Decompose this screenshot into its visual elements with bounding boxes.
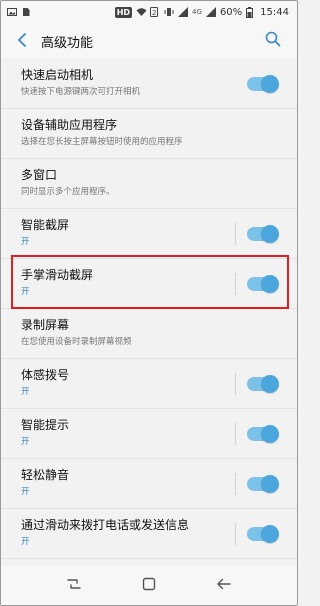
- toggle-knob: [261, 275, 279, 293]
- toggle-knob: [261, 425, 279, 443]
- settings-list: 快速启动相机 快速按下电源键两次可打开相机 设备辅助应用程序 选择在您长按主屏幕…: [1, 59, 297, 559]
- vertical-divider: [235, 423, 236, 445]
- phone-screen: HD 2 4G 60% 15:44 高级功能 快速启动相机 快速按下电源键两次可…: [0, 0, 298, 606]
- chevron-left-icon: [17, 32, 27, 51]
- navigation-bar: [1, 565, 297, 605]
- hd-badge: HD: [114, 6, 133, 18]
- item-title: 设备辅助应用程序: [21, 118, 118, 132]
- list-item-swipe-to-call[interactable]: 通过滑动来拨打电话或发送信息 开: [1, 509, 297, 559]
- toggle-knob: [261, 375, 279, 393]
- toggle-switch[interactable]: [247, 375, 279, 393]
- back-arrow-icon: [216, 576, 232, 595]
- vertical-divider: [235, 473, 236, 495]
- item-title: 多窗口: [21, 168, 58, 182]
- status-bar: HD 2 4G 60% 15:44: [1, 1, 297, 23]
- list-item-screen-recording[interactable]: 录制屏幕 在您使用设备时录制屏幕视频: [1, 309, 297, 359]
- home-button[interactable]: [137, 573, 161, 597]
- item-title: 录制屏幕: [21, 318, 70, 332]
- toggle-switch[interactable]: [247, 75, 279, 93]
- list-item-device-assist-app[interactable]: 设备辅助应用程序 选择在您长按主屏幕按钮时使用的应用程序: [1, 109, 297, 159]
- search-button[interactable]: [263, 31, 283, 51]
- list-item-easy-mute[interactable]: 轻松静音 开: [1, 459, 297, 509]
- vertical-divider: [235, 523, 236, 545]
- toggle-switch[interactable]: [247, 225, 279, 243]
- vertical-divider: [235, 373, 236, 395]
- wifi-icon: [136, 7, 147, 17]
- item-subtitle: 在您使用设备时录制屏幕视频: [21, 337, 132, 347]
- vertical-divider: [235, 273, 236, 295]
- back-button[interactable]: [9, 23, 35, 59]
- list-item-direct-call[interactable]: 体感拨号 开: [1, 359, 297, 409]
- status-right: HD 2 4G 60% 15:44: [114, 6, 289, 18]
- list-item-palm-swipe-capture[interactable]: 手掌滑动截屏 开: [1, 259, 297, 309]
- toggle-switch[interactable]: [247, 425, 279, 443]
- signal-2-icon: [205, 7, 216, 17]
- signal-1-icon: [178, 7, 189, 17]
- sim-icon: [21, 7, 31, 17]
- list-item-quick-launch-camera[interactable]: 快速启动相机 快速按下电源键两次可打开相机: [1, 59, 297, 109]
- item-subtitle: 同时显示多个应用程序。: [21, 187, 115, 197]
- item-subtitle: 选择在您长按主屏幕按钮时使用的应用程序: [21, 137, 183, 147]
- sim-slot-icon: 2: [150, 7, 160, 17]
- list-item-multi-window[interactable]: 多窗口 同时显示多个应用程序。: [1, 159, 297, 209]
- page-title: 高级功能: [41, 35, 94, 51]
- toggle-knob: [261, 75, 279, 93]
- back-nav-button[interactable]: [212, 573, 236, 597]
- svg-text:2: 2: [152, 9, 156, 17]
- toggle-switch[interactable]: [247, 525, 279, 543]
- image-notification-icon: [7, 7, 17, 17]
- home-icon: [142, 576, 156, 595]
- network-type: 4G: [192, 8, 202, 16]
- list-item-smart-alert[interactable]: 智能提示 开: [1, 409, 297, 459]
- toggle-knob: [261, 475, 279, 493]
- status-left: [7, 7, 31, 17]
- recent-apps-icon: [66, 576, 82, 595]
- app-header: 高级功能: [1, 23, 297, 59]
- battery-percent: 60%: [219, 6, 243, 18]
- toggle-knob: [261, 225, 279, 243]
- battery-icon: [246, 7, 256, 18]
- search-icon: [265, 31, 281, 51]
- vibrate-icon: [164, 7, 174, 17]
- recent-apps-button[interactable]: [62, 573, 86, 597]
- toggle-switch[interactable]: [247, 475, 279, 493]
- list-item-smart-capture[interactable]: 智能截屏 开: [1, 209, 297, 259]
- toggle-switch[interactable]: [247, 275, 279, 293]
- clock: 15:44: [260, 6, 289, 18]
- toggle-knob: [261, 525, 279, 543]
- vertical-divider: [235, 223, 236, 245]
